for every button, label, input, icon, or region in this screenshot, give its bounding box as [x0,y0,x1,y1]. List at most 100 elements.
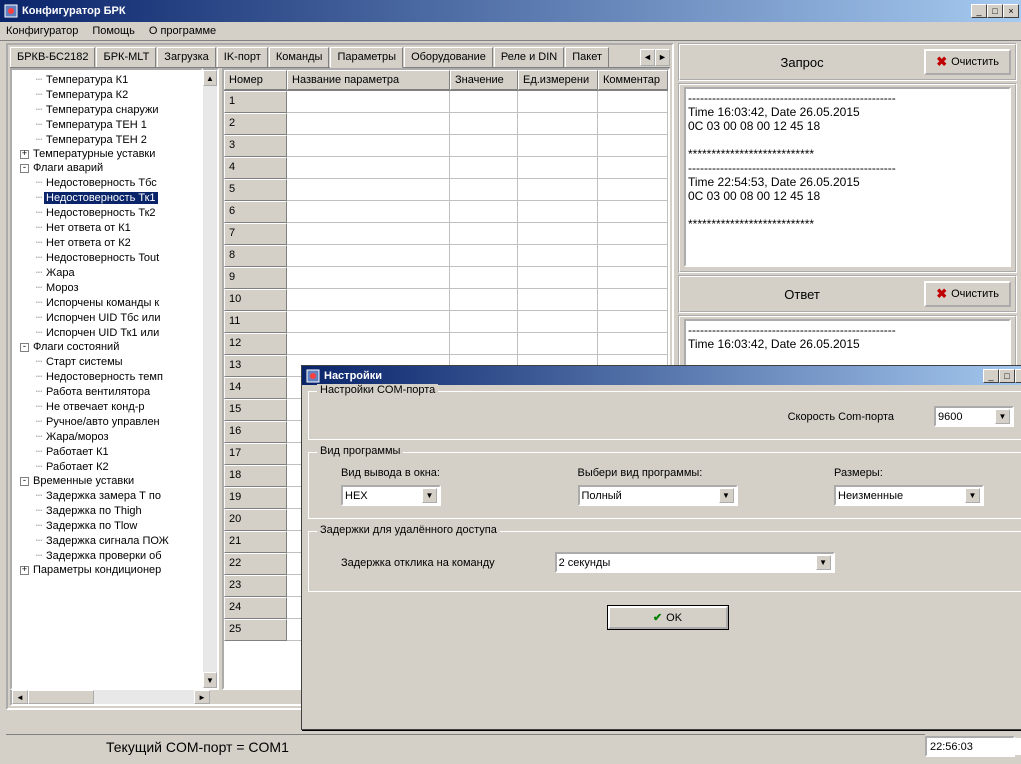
clear-response-button[interactable]: ✖ Очистить [924,281,1011,307]
menu-about[interactable]: О программе [149,25,216,37]
cell[interactable] [598,289,668,311]
cell[interactable] [287,201,450,223]
tree-item[interactable]: ┈Нет ответа от К2 [12,235,201,250]
tree-item[interactable]: ┈Температура ТЕН 2 [12,132,201,147]
tree-item[interactable]: ┈Испорчены команды к [12,295,201,310]
tree-item[interactable]: ┈Работа вентилятора [12,384,201,399]
table-row[interactable]: 5 [224,179,668,201]
cell[interactable] [518,91,598,113]
cell[interactable] [287,135,450,157]
cell[interactable] [518,267,598,289]
tree-item[interactable]: ┈Задержка замера Т по [12,488,201,503]
cell[interactable] [518,201,598,223]
tree-item[interactable]: ┈Недостоверность Тк2 [12,205,201,220]
tree-item[interactable]: ┈Недостоверность Tout [12,250,201,265]
table-row[interactable]: 6 [224,201,668,223]
cell[interactable] [287,289,450,311]
cell[interactable] [598,267,668,289]
tree-item[interactable]: ┈Задержка по Tlow [12,518,201,533]
tree-item[interactable]: -Временные уставки [12,474,201,488]
table-row[interactable]: 3 [224,135,668,157]
table-row[interactable]: 1 [224,91,668,113]
menu-configurator[interactable]: Конфигуратор [6,25,78,37]
tree-item[interactable]: ┈Мороз [12,280,201,295]
expand-icon[interactable]: + [20,566,29,575]
menu-help[interactable]: Помощь [92,25,135,37]
table-row[interactable]: 9 [224,267,668,289]
cell[interactable] [518,245,598,267]
clear-request-button[interactable]: ✖ Очистить [924,49,1011,75]
expand-icon[interactable]: + [20,150,29,159]
request-log[interactable]: ----------------------------------------… [684,87,1011,267]
tab-scroll-right[interactable]: ► [655,49,670,66]
output-mode-combo[interactable]: HEX▼ [341,485,441,506]
table-row[interactable]: 10 [224,289,668,311]
cell[interactable] [450,135,518,157]
collapse-icon[interactable]: - [20,477,29,486]
sizes-combo[interactable]: Неизменные▼ [834,485,984,506]
cell[interactable] [598,113,668,135]
cell[interactable] [598,91,668,113]
cell[interactable] [287,333,450,355]
tab-scroll-left[interactable]: ◄ [640,49,655,66]
table-row[interactable]: 8 [224,245,668,267]
tree-item[interactable]: ┈Работает К1 [12,444,201,459]
cell[interactable] [598,333,668,355]
column-header[interactable]: Комментар [598,70,668,90]
cell[interactable] [518,113,598,135]
cell[interactable] [518,223,598,245]
tree-item[interactable]: ┈Работает К2 [12,459,201,474]
tree-item[interactable]: ┈Старт системы [12,354,201,369]
cell[interactable] [450,267,518,289]
cell[interactable] [450,179,518,201]
cell[interactable] [518,179,598,201]
tree-item[interactable]: ┈Задержка проверки об [12,548,201,563]
tree-item[interactable]: ┈Нет ответа от К1 [12,220,201,235]
maximize-button[interactable]: □ [987,4,1003,18]
collapse-icon[interactable]: - [20,164,29,173]
status-time[interactable]: ▲▼ [925,736,1015,757]
cell[interactable] [598,223,668,245]
cell[interactable] [450,91,518,113]
cell[interactable] [287,157,450,179]
cell[interactable] [518,311,598,333]
tree-item[interactable]: ┈Жара [12,265,201,280]
table-row[interactable]: 11 [224,311,668,333]
tree-item[interactable]: ┈Испорчен UID Тк1 или [12,325,201,340]
delay-combo[interactable]: 2 секунды▼ [555,552,835,573]
tab-1[interactable]: БРК-MLT [96,47,156,67]
program-view-combo[interactable]: Полный▼ [578,485,738,506]
column-header[interactable]: Номер [224,70,287,90]
tree-item[interactable]: ┈Температура ТЕН 1 [12,117,201,132]
speed-combo[interactable]: 9600▼ [934,406,1014,427]
cell[interactable] [287,179,450,201]
tree-item[interactable]: -Флаги состояний [12,340,201,354]
ok-button[interactable]: ✔ OK [608,606,728,629]
cell[interactable] [518,289,598,311]
cell[interactable] [598,245,668,267]
dialog-minimize-button[interactable]: _ [983,369,999,383]
tree-item[interactable]: ┈Недостоверность Тбс [12,175,201,190]
table-row[interactable]: 12 [224,333,668,355]
cell[interactable] [518,333,598,355]
cell[interactable] [598,201,668,223]
tab-2[interactable]: Загрузка [157,47,215,67]
tab-0[interactable]: БРКВ-БС2182 [10,47,95,67]
tree-item[interactable]: ┈Жара/мороз [12,429,201,444]
minimize-button[interactable]: _ [971,4,987,18]
tree-item[interactable]: ┈Недостоверность Тк1 [12,190,201,205]
tab-6[interactable]: Оборудование [404,47,493,67]
tree-item[interactable]: ┈Температура снаружи [12,102,201,117]
cell[interactable] [287,223,450,245]
cell[interactable] [450,157,518,179]
tree-item[interactable]: ┈Ручное/авто управлен [12,414,201,429]
cell[interactable] [598,157,668,179]
dialog-maximize-button[interactable]: □ [999,369,1015,383]
cell[interactable] [287,91,450,113]
tree-item[interactable]: -Флаги аварий [12,161,201,175]
tab-7[interactable]: Реле и DIN [494,47,564,67]
cell[interactable] [598,311,668,333]
tree-item[interactable]: ┈Недостоверность темп [12,369,201,384]
cell[interactable] [287,311,450,333]
collapse-icon[interactable]: - [20,343,29,352]
